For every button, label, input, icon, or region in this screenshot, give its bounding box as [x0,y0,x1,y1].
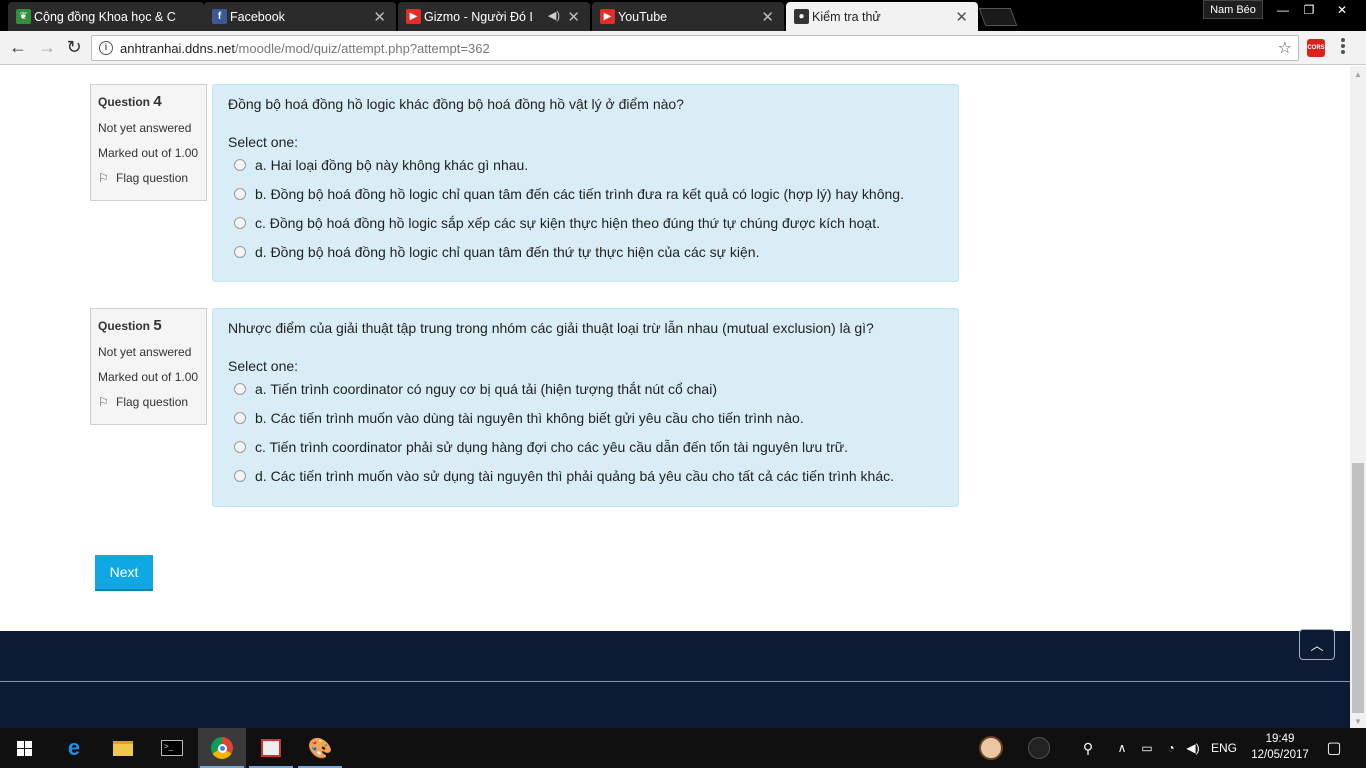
next-button[interactable]: Next [95,555,153,591]
browser-toolbar: ← → ↻ i anhtranhai.ddns.net/moodle/mod/q… [0,31,1366,65]
command-prompt-icon[interactable]: >_ [148,728,196,768]
language-indicator[interactable]: ENG [1208,728,1240,768]
radio-button[interactable] [234,440,246,453]
scroll-up-icon[interactable]: ▲ [1354,70,1362,79]
flag-question-link[interactable]: ⚐ Flag question [98,171,199,185]
show-hidden-icons[interactable]: ∧ [1112,728,1132,768]
info-icon[interactable]: i [99,41,113,55]
battery-icon[interactable]: ▭ [1136,728,1158,768]
speaker-icon[interactable]: ◀) [548,9,560,22]
radio-button[interactable] [234,382,246,395]
question-number: Question 4 [98,93,162,110]
answer-option-c[interactable]: c. Tiến trình coordinator phải sử dụng h… [228,432,943,461]
back-arrow-icon[interactable]: ← [7,37,29,58]
page-scrollbar[interactable]: ▲ ▼ [1350,66,1366,728]
moodle-icon: ● [794,9,809,24]
browser-tab-strip: ❦ Cộng đồng Khoa học & C f Facebook ✕ ▶ … [0,0,1366,31]
quiz-page: Question 4 Not yet answered Marked out o… [0,66,1350,728]
select-one-prompt: Select one: [228,134,299,150]
answer-option-d[interactable]: d. Đồng bộ hoá đồng hồ logic chỉ quan tâ… [228,237,943,266]
footer-divider [0,681,1350,682]
answer-option-a[interactable]: a. Hai loại đồng bộ này không khác gì nh… [228,150,943,179]
forward-arrow-icon[interactable]: → [36,37,58,58]
question-content-4: Đồng bộ hoá đồng hồ logic khác đồng bộ h… [212,84,959,282]
facebook-icon: f [212,9,227,24]
scrollbar-thumb[interactable] [1352,463,1364,713]
app-tray-icon[interactable] [1024,728,1054,768]
reload-icon[interactable]: ↻ [63,37,85,58]
radio-button[interactable] [234,216,246,229]
browser-menu-icon[interactable] [1341,38,1345,56]
system-clock[interactable]: 19:49 12/05/2017 [1248,731,1312,763]
answer-option-b[interactable]: b. Đồng bộ hoá đồng hồ logic chỉ quan tâ… [228,179,943,208]
radio-button[interactable] [234,245,246,258]
flag-icon: ⚐ [98,395,109,409]
user-avatar-icon[interactable] [974,728,1008,768]
cors-extension-icon[interactable]: CORS [1307,39,1325,57]
select-one-prompt: Select one: [228,358,299,374]
edge-icon[interactable]: e [50,728,98,768]
question-grade: Marked out of 1.00 [98,370,199,384]
answer-option-d[interactable]: d. Các tiến trình muốn vào sử dụng tài n… [228,461,943,490]
question-info-4: Question 4 Not yet answered Marked out o… [90,84,207,201]
new-tab-button[interactable] [978,8,1018,26]
tab-title: Gizmo - Người Đó Là [424,9,532,24]
question-status: Not yet answered [98,345,192,359]
start-button[interactable] [0,728,48,768]
question-text: Nhược điểm của giải thuật tập trung tron… [228,320,874,336]
radio-button[interactable] [234,411,246,424]
restore-icon[interactable]: ❐ [1296,0,1322,19]
close-icon[interactable]: ✕ [955,8,968,26]
tab-title: Cộng đồng Khoa học & C [34,9,176,24]
close-icon[interactable]: ✕ [567,8,580,26]
answer-option-c[interactable]: c. Đồng bộ hoá đồng hồ logic sắp xếp các… [228,208,943,237]
volume-icon[interactable]: ◀) [1182,728,1204,768]
answer-option-a[interactable]: a. Tiến trình coordinator có nguy cơ bị … [228,374,943,403]
answer-option-b[interactable]: b. Các tiến trình muốn vào dùng tài nguy… [228,403,943,432]
flag-icon: ⚐ [98,171,109,185]
bookmark-star-icon[interactable]: ☆ [1278,38,1292,58]
windows-taskbar: e >_ 🎨 ⚲ ∧ ▭ ◔ ◀) ENG 19:49 12/05/2017 ▢ [0,728,1366,768]
paint-icon[interactable]: 🎨 [296,728,344,768]
flag-question-link[interactable]: ⚐ Flag question [98,395,199,409]
close-icon[interactable]: ✕ [761,8,774,26]
tab-youtube[interactable]: ▶ YouTube ✕ [592,2,784,31]
radio-button[interactable] [234,469,246,482]
question-number: Question 5 [98,317,162,334]
action-center-icon[interactable]: ▢ [1320,728,1348,768]
radio-button[interactable] [234,158,246,171]
address-bar[interactable]: i anhtranhai.ddns.net/moodle/mod/quiz/at… [91,35,1299,61]
radio-button[interactable] [234,187,246,200]
app-grid-icon[interactable] [247,728,295,768]
tab-facebook[interactable]: f Facebook ✕ [204,2,396,31]
people-icon[interactable]: ⚲ [1076,728,1100,768]
question-grade: Marked out of 1.00 [98,146,199,160]
scroll-down-icon[interactable]: ▼ [1354,717,1362,726]
url-text[interactable]: anhtranhai.ddns.net/moodle/mod/quiz/atte… [120,41,490,56]
file-explorer-icon[interactable] [99,728,147,768]
tab-cong-dong[interactable]: ❦ Cộng đồng Khoa học & C [8,2,204,31]
minimize-icon[interactable]: — [1270,0,1296,19]
tab-kiem-tra-thu[interactable]: ● Kiểm tra thử ✕ [786,2,978,31]
back-to-top-button[interactable]: ︿ [1299,629,1335,660]
profile-button[interactable]: Nam Béo [1203,0,1263,19]
wifi-icon[interactable]: ◔ [1160,728,1182,768]
tab-title: Facebook [230,9,285,24]
tab-title: YouTube [618,9,668,24]
chrome-icon[interactable] [198,728,246,768]
youtube-icon: ▶ [600,9,615,24]
page-footer [0,631,1350,728]
question-text: Đồng bộ hoá đồng hồ logic khác đồng bộ h… [228,96,684,112]
leaf-icon: ❦ [16,9,31,24]
question-status: Not yet answered [98,121,192,135]
tab-gizmo[interactable]: ▶ Gizmo - Người Đó Là ◀) ✕ [398,2,590,31]
close-icon[interactable]: ✕ [373,8,386,26]
close-window-icon[interactable]: ✕ [1322,0,1362,19]
question-info-5: Question 5 Not yet answered Marked out o… [90,308,207,425]
windows-logo-icon [16,740,32,756]
question-content-5: Nhược điểm của giải thuật tập trung tron… [212,308,959,507]
youtube-icon: ▶ [406,9,421,24]
tab-title: Kiểm tra thử [812,9,881,24]
